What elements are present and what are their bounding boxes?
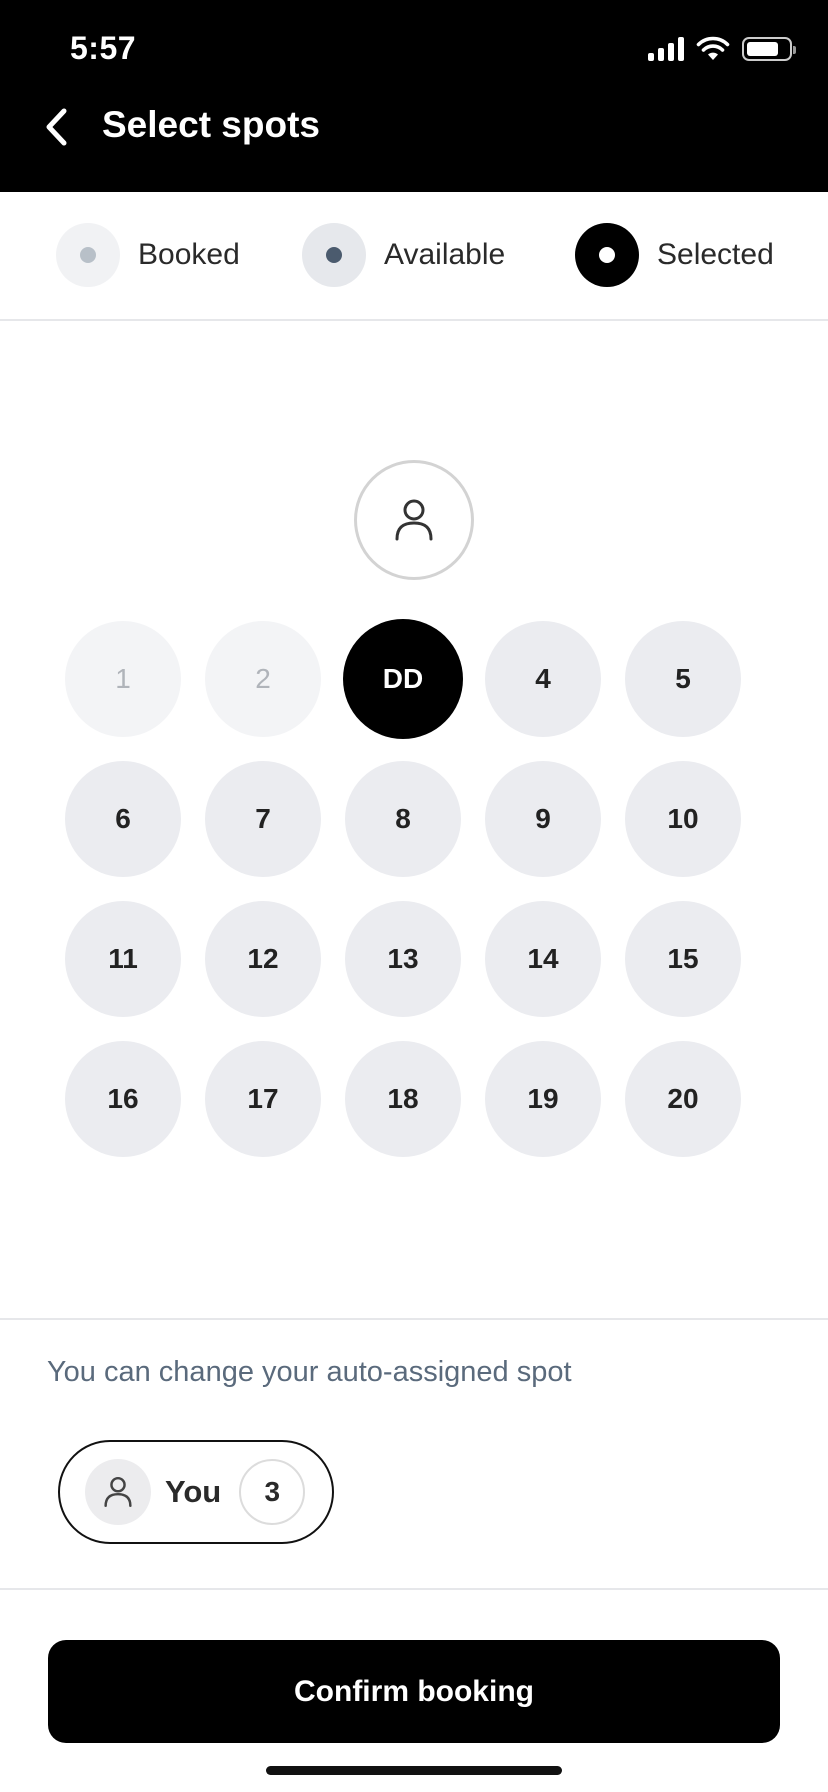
- spot-legend: Booked Available Selected: [0, 192, 828, 321]
- wifi-icon: [696, 36, 730, 60]
- you-label: You: [165, 1474, 222, 1509]
- spot-available[interactable]: 4: [485, 621, 601, 737]
- spot-booked: 2: [205, 621, 321, 737]
- spot-available[interactable]: 20: [625, 1041, 741, 1157]
- person-icon: [395, 499, 433, 541]
- home-indicator: [266, 1766, 562, 1775]
- spot-available[interactable]: 9: [485, 761, 601, 877]
- spot-available[interactable]: 13: [345, 901, 461, 1017]
- spot-available[interactable]: 14: [485, 901, 601, 1017]
- spot-available[interactable]: 15: [625, 901, 741, 1017]
- battery-icon: [742, 37, 796, 61]
- page-title: Select spots: [102, 104, 320, 145]
- spot-available[interactable]: 8: [345, 761, 461, 877]
- legend-label: Selected: [657, 238, 774, 271]
- app-header: 5:57 Select spots: [0, 0, 828, 192]
- spot-available[interactable]: 6: [65, 761, 181, 877]
- legend-label: Available: [384, 238, 506, 271]
- spot-available[interactable]: 12: [205, 901, 321, 1017]
- booked-indicator-icon: [56, 223, 120, 287]
- assignment-hint: You can change your auto-assigned spot: [47, 1356, 572, 1388]
- legend-label: Booked: [138, 238, 240, 271]
- spot-selected[interactable]: DD: [343, 619, 463, 739]
- avatar: [85, 1459, 151, 1525]
- available-indicator-icon: [302, 223, 366, 287]
- spot-available[interactable]: 16: [65, 1041, 181, 1157]
- status-time: 5:57: [70, 30, 137, 66]
- assigned-spot-number: 3: [239, 1459, 306, 1525]
- legend-selected: Selected: [575, 222, 774, 288]
- cellular-signal-icon: [648, 37, 684, 61]
- legend-available: Available: [302, 222, 505, 288]
- confirm-booking-button[interactable]: Confirm booking: [48, 1640, 780, 1743]
- spot-available[interactable]: 10: [625, 761, 741, 877]
- chevron-left-icon: [46, 108, 67, 146]
- person-icon: [104, 1476, 132, 1508]
- status-icons: [648, 36, 796, 62]
- spot-available[interactable]: 7: [205, 761, 321, 877]
- spot-available[interactable]: 19: [485, 1041, 601, 1157]
- spot-booked: 1: [65, 621, 181, 737]
- instructor-position: [354, 460, 474, 580]
- spot-available[interactable]: 17: [205, 1041, 321, 1157]
- spot-available[interactable]: 18: [345, 1041, 461, 1157]
- assigned-spot-chip[interactable]: You 3: [58, 1440, 334, 1544]
- assignment-section: You can change your auto-assigned spot Y…: [0, 1318, 828, 1590]
- back-button[interactable]: [34, 100, 78, 154]
- legend-booked: Booked: [56, 222, 240, 288]
- selected-indicator-icon: [575, 223, 639, 287]
- spot-available[interactable]: 11: [65, 901, 181, 1017]
- spot-available[interactable]: 5: [625, 621, 741, 737]
